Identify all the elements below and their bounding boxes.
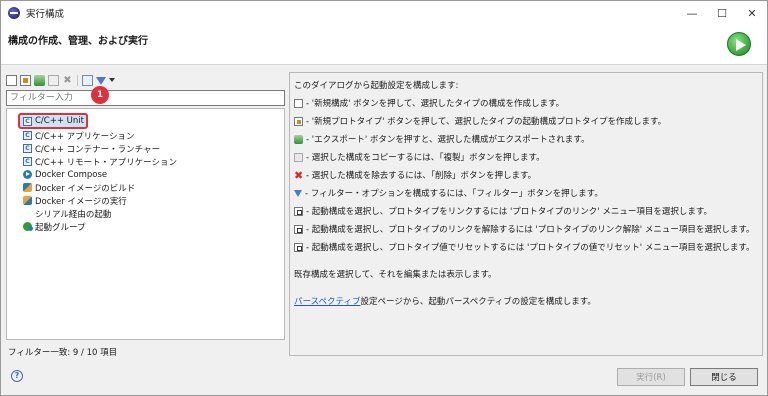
eclipse-icon xyxy=(8,7,20,19)
export-icon[interactable] xyxy=(34,74,45,86)
help-perspective-text: 設定ページから、起動パースペクティブの設定を構成します。 xyxy=(360,297,596,307)
help-line: - フィルター・オプションを構成するには、「フィルター」ボタンを押します。 xyxy=(294,187,603,199)
tree-item-label: 起動グループ xyxy=(35,222,86,233)
annotation-badge: 1 xyxy=(91,86,109,104)
delete-icon: ✖ xyxy=(294,168,304,182)
help-icon[interactable]: ? xyxy=(11,370,23,382)
perspective-link[interactable]: パースペクティブ xyxy=(294,295,360,307)
run-button[interactable]: 実行(R) xyxy=(617,368,685,386)
c-unit-icon: C xyxy=(23,116,32,126)
tree-item-label: C/C++ アプリケーション xyxy=(35,131,135,142)
c-app-icon: C xyxy=(23,131,32,140)
help-line-text: - 選択した構成をコピーするには、「複製」ボタンを押します。 xyxy=(306,153,545,163)
tree-item-serial-launch[interactable]: シリアル経由の起動 xyxy=(35,207,111,220)
help-line-text: - 選択した構成を除去するには、「削除」ボタンを押します。 xyxy=(306,171,537,181)
help-line-text: - 'エクスポート' ボタンを押すと、選択した構成がエクスポートされます。 xyxy=(306,135,590,145)
help-panel: このダイアログから起動設定を構成します: - '新規構成' ボタンを押して、選択… xyxy=(289,72,763,356)
config-tree: C C/C++ Unit C C/C++ アプリケーション C C/C++ コン… xyxy=(6,108,285,340)
duplicate-icon xyxy=(294,152,303,162)
help-line-text: - 起動構成を選択し、プロトタイプ値でリセットするには 'プロトタイプの値でリセ… xyxy=(306,243,755,253)
help-line-text: - フィルター・オプションを構成するには、「フィルター」ボタンを押します。 xyxy=(305,189,603,199)
maximize-button[interactable]: ☐ xyxy=(707,1,737,25)
c-container-icon: C xyxy=(23,144,32,153)
dialog-header: 構成の作成、管理、および実行 xyxy=(1,25,767,65)
help-line: ✖ - 選択した構成を除去するには、「削除」ボタンを押します。 xyxy=(294,168,537,182)
link-prototype-icon xyxy=(294,206,303,216)
page-title: 構成の作成、管理、および実行 xyxy=(8,36,148,47)
tree-item-label: C/C++ Unit xyxy=(35,116,84,126)
help-perspective: パースペクティブ 設定ページから、起動パースペクティブの設定を構成します。 xyxy=(294,295,596,307)
filter-icon[interactable] xyxy=(96,76,106,85)
filter-field: 1 xyxy=(6,86,285,106)
export-icon xyxy=(294,134,303,144)
delete-icon[interactable]: ✖ xyxy=(62,75,73,86)
help-line: - 起動構成を選択し、プロトタイプのリンクを解除するには 'プロトタイプのリンク… xyxy=(294,223,755,235)
minimize-button[interactable]: — xyxy=(677,1,707,25)
tree-item-docker-build[interactable]: Docker イメージのビルド xyxy=(23,181,135,194)
new-config-icon xyxy=(294,98,303,108)
window-title: 実行構成 xyxy=(26,9,65,20)
help-line: - 'エクスポート' ボタンを押すと、選択した構成がエクスポートされます。 xyxy=(294,133,589,145)
docker-build-icon xyxy=(23,183,32,192)
close-window-button[interactable]: ✕ xyxy=(737,1,767,25)
tree-item-label: C/C++ リモート・アプリケーション xyxy=(35,157,178,168)
title-bar: 実行構成 — ☐ ✕ xyxy=(1,1,767,25)
tree-item-label: シリアル経由の起動 xyxy=(35,209,112,220)
docker-compose-icon xyxy=(23,170,32,179)
help-edit-hint: 既存構成を選択して、それを編集または表示します。 xyxy=(294,268,496,280)
collapse-all-icon[interactable] xyxy=(82,74,93,86)
config-list-panel: ✖ 1 C C/C++ Unit C C/C++ アプリケーション C C/C+… xyxy=(4,72,287,358)
view-menu-icon[interactable] xyxy=(109,78,115,82)
docker-run-icon xyxy=(23,196,32,205)
tree-item-label: Docker Compose xyxy=(35,169,108,180)
help-edit-hint-text: 既存構成を選択して、それを編集または表示します。 xyxy=(294,270,497,280)
help-line: - 起動構成を選択し、プロトタイプ値でリセットするには 'プロトタイプの値でリセ… xyxy=(294,241,755,253)
toolbar-divider xyxy=(77,74,78,86)
help-line-text: - '新規プロトタイプ' ボタンを押して、選択したタイプの起動構成プロトタイプを… xyxy=(306,117,667,127)
new-config-icon[interactable] xyxy=(6,74,17,86)
run-configurations-dialog: 実行構成 — ☐ ✕ 構成の作成、管理、および実行 ✖ 1 C xyxy=(0,0,768,396)
tree-item-label: Docker イメージの実行 xyxy=(35,196,127,207)
tree-item-c-app[interactable]: C C/C++ アプリケーション xyxy=(23,129,135,142)
new-prototype-icon[interactable] xyxy=(20,74,31,86)
tree-item-docker-run[interactable]: Docker イメージの実行 xyxy=(23,194,127,207)
tree-item-c-remote[interactable]: C C/C++ リモート・アプリケーション xyxy=(23,155,177,168)
new-prototype-icon xyxy=(294,116,303,126)
help-line-text: - 起動構成を選択し、プロトタイプのリンクを解除するには 'プロトタイプのリンク… xyxy=(306,225,755,235)
config-toolbar: ✖ xyxy=(4,72,287,88)
filter-input[interactable] xyxy=(7,91,284,105)
filter-match-status: フィルター一致: 9 / 10 項目 xyxy=(8,348,118,358)
help-line: - 起動構成を選択し、プロトタイプをリンクするには 'プロトタイプのリンク' メ… xyxy=(294,205,712,217)
tree-item-docker-compose[interactable]: Docker Compose xyxy=(23,168,107,181)
help-line: - '新規構成' ボタンを押して、選択したタイプの構成を作成します。 xyxy=(294,97,564,109)
close-button[interactable]: 閉じる xyxy=(690,368,758,386)
reset-prototype-icon xyxy=(294,242,303,252)
help-intro: このダイアログから起動設定を構成します: xyxy=(294,79,458,91)
tree-item-c-container[interactable]: C C/C++ コンテナー・ランチャー xyxy=(23,142,160,155)
help-intro-text: このダイアログから起動設定を構成します: xyxy=(294,81,459,91)
help-line: - '新規プロトタイプ' ボタンを押して、選択したタイプの起動構成プロトタイプを… xyxy=(294,115,666,127)
filter-icon xyxy=(294,189,302,197)
help-line-text: - '新規構成' ボタンを押して、選択したタイプの構成を作成します。 xyxy=(306,99,565,109)
window-controls: — ☐ ✕ xyxy=(677,1,767,25)
tree-item-label: C/C++ コンテナー・ランチャー xyxy=(35,144,161,155)
unlink-prototype-icon xyxy=(294,224,303,234)
run-banner-icon xyxy=(727,32,751,56)
launch-group-icon xyxy=(23,222,33,231)
tree-item-c-unit[interactable]: C C/C++ Unit xyxy=(18,113,88,129)
tree-item-launch-group[interactable]: 起動グループ xyxy=(23,220,86,233)
help-line-text: - 起動構成を選択し、プロトタイプをリンクするには 'プロトタイプのリンク' メ… xyxy=(306,207,713,217)
duplicate-icon[interactable] xyxy=(48,74,59,86)
tree-item-label: Docker イメージのビルド xyxy=(35,183,136,194)
help-line: - 選択した構成をコピーするには、「複製」ボタンを押します。 xyxy=(294,151,545,163)
c-remote-icon: C xyxy=(23,157,32,166)
